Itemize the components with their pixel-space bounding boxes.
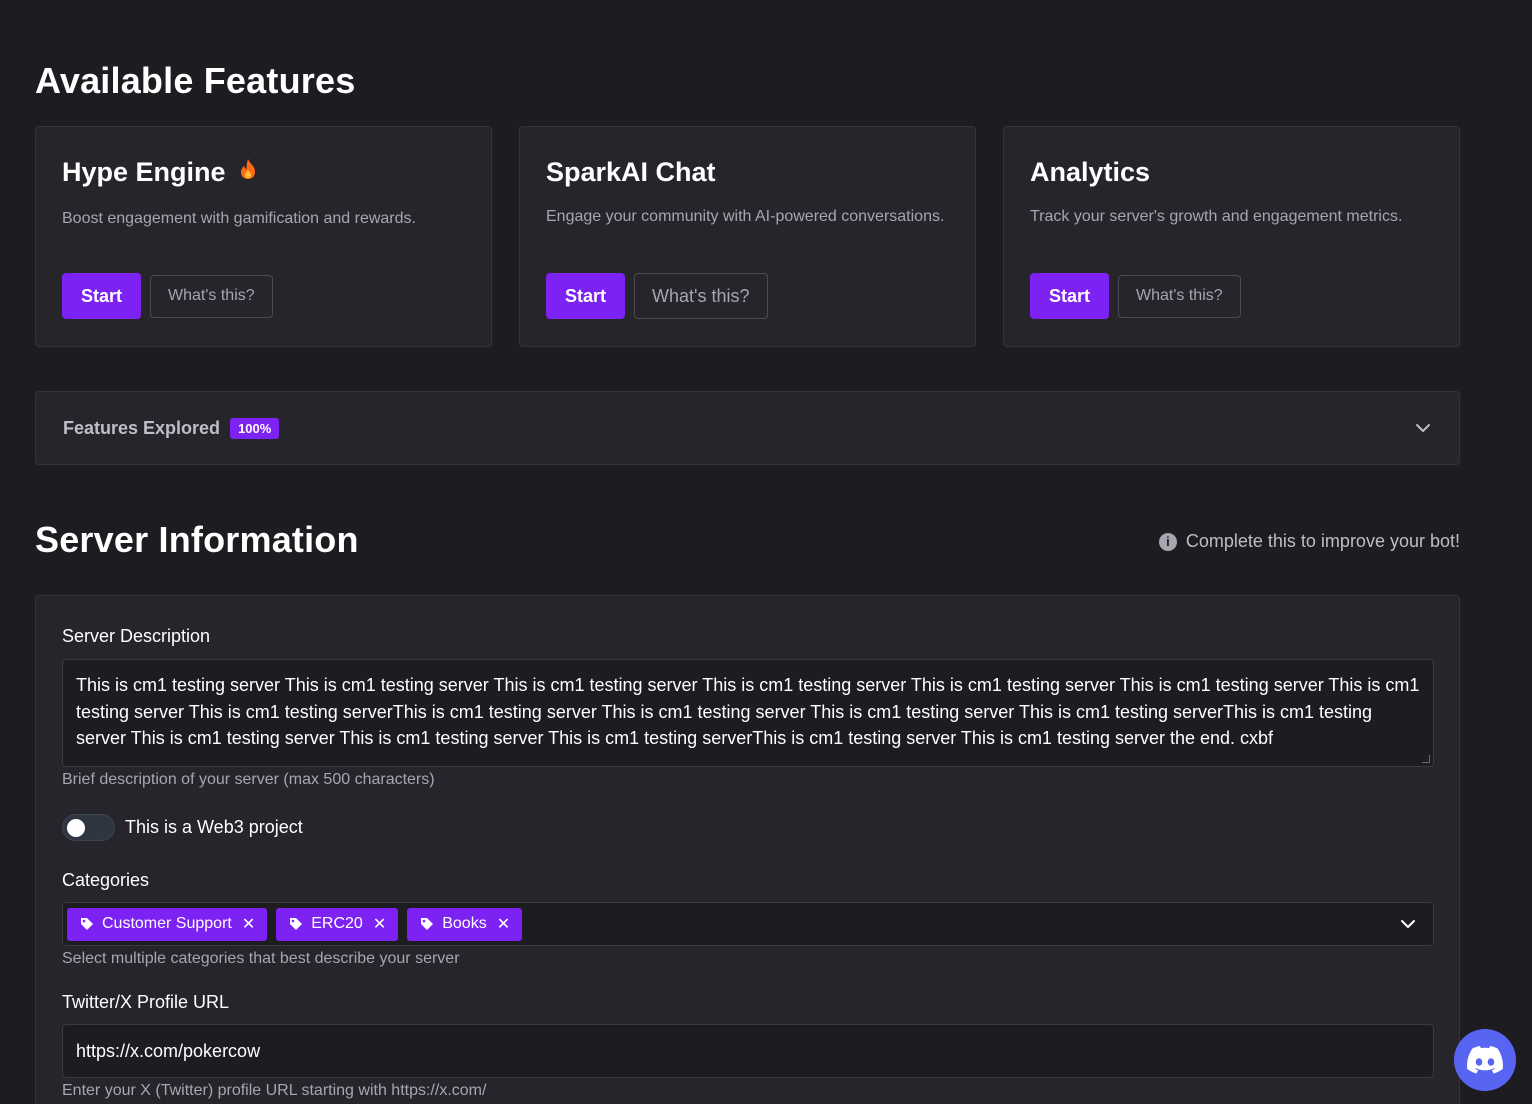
description-help: Brief description of your server (max 50…: [62, 771, 435, 788]
flame-icon: [238, 158, 258, 186]
category-tag: Books ✕: [407, 907, 523, 941]
server-description-value: This is cm1 testing server This is cm1 t…: [76, 675, 1420, 748]
info-icon: i: [1158, 532, 1177, 551]
server-info-form: Server Description This is cm1 testing s…: [35, 595, 1460, 1104]
start-button[interactable]: Start: [546, 273, 626, 319]
categories-label: Categories: [62, 870, 150, 890]
chevron-down-icon[interactable]: [1414, 419, 1432, 437]
feature-card-sparkai-chat: SparkAI Chat Engage your community with …: [519, 126, 976, 347]
category-tag-label: Customer Support: [102, 915, 232, 932]
whats-this-button[interactable]: What's this?: [634, 273, 768, 319]
improve-hint: i Complete this to improve your bot!: [1158, 531, 1460, 552]
server-description-textarea[interactable]: This is cm1 testing server This is cm1 t…: [62, 659, 1434, 767]
feature-cards: Hype Engine Boost engagement with gamifi…: [35, 126, 1460, 347]
card-description: Boost engagement with gamification and r…: [62, 210, 416, 227]
card-title: Analytics: [1030, 156, 1151, 187]
server-description-label: Server Description: [62, 626, 211, 646]
start-button[interactable]: Start: [62, 273, 142, 319]
resize-handle[interactable]: [1422, 755, 1430, 763]
remove-tag-icon[interactable]: ✕: [242, 914, 255, 934]
whats-this-button[interactable]: What's this?: [1118, 274, 1241, 318]
card-title: Hype Engine: [62, 156, 226, 187]
twitter-url-value: https://x.com/pokercow: [76, 1040, 261, 1061]
category-tag-label: Books: [442, 915, 487, 932]
card-title: SparkAI Chat: [546, 156, 716, 187]
tag-icon: [290, 918, 303, 930]
progress-badge: 100%: [230, 417, 280, 439]
feature-card-hype-engine: Hype Engine Boost engagement with gamifi…: [35, 126, 492, 347]
features-explored-accordion[interactable]: Features Explored 100%: [35, 391, 1460, 465]
start-button[interactable]: Start: [1030, 273, 1110, 319]
web3-label: This is a Web3 project: [125, 817, 303, 837]
server-information-heading: Server Information: [35, 519, 359, 560]
category-tag-label: ERC20: [311, 915, 363, 932]
categories-help: Select multiple categories that best des…: [62, 950, 460, 967]
hint-text: Complete this to improve your bot!: [1185, 531, 1460, 551]
whats-this-button[interactable]: What's this?: [150, 274, 273, 318]
twitter-label: Twitter/X Profile URL: [62, 992, 230, 1012]
web3-toggle[interactable]: [62, 814, 115, 841]
remove-tag-icon[interactable]: ✕: [373, 914, 386, 934]
twitter-url-input[interactable]: https://x.com/pokercow: [62, 1024, 1434, 1078]
discord-launcher-button[interactable]: [1454, 1029, 1516, 1091]
chevron-down-icon[interactable]: [1399, 915, 1417, 933]
tag-icon: [81, 918, 93, 930]
tag-icon: [421, 918, 434, 930]
card-description: Engage your community with AI-powered co…: [546, 208, 945, 225]
category-tag: ERC20 ✕: [276, 907, 399, 941]
card-description: Track your server's growth and engagemen…: [1030, 208, 1403, 225]
features-explored-label: Features Explored: [63, 417, 221, 438]
category-tag: Customer Support ✕: [67, 907, 268, 941]
remove-tag-icon[interactable]: ✕: [497, 914, 510, 934]
toggle-knob: [67, 819, 85, 837]
discord-icon: [1467, 1046, 1503, 1074]
available-features-heading: Available Features: [35, 60, 356, 101]
feature-card-analytics: Analytics Track your server's growth and…: [1003, 126, 1460, 347]
twitter-help: Enter your X (Twitter) profile URL start…: [62, 1082, 487, 1099]
categories-select[interactable]: Customer Support ✕ ERC20 ✕ Books ✕: [62, 902, 1434, 946]
